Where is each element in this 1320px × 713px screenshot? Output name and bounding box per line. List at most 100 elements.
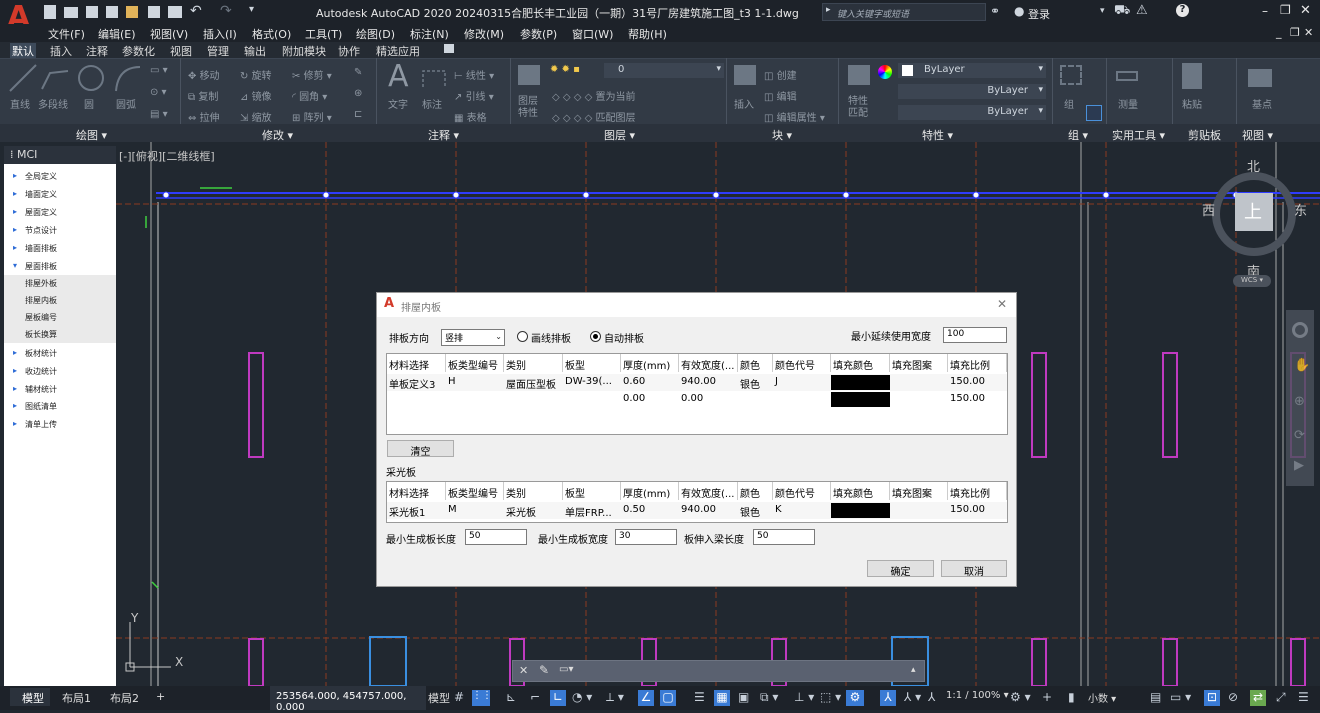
column-header[interactable]: 填充比例 [948,482,1007,500]
color-dropdown[interactable]: ByLayer ▾ [898,63,1046,78]
ortho-icon[interactable]: ⊾ [506,690,516,704]
column-header[interactable]: 材料选择 [387,482,446,500]
palette-item-drawing-list[interactable]: ▸ 图纸清单 [4,398,116,415]
selection-filter-icon[interactable]: ⬚ ▾ [820,690,841,704]
close-command-line-icon[interactable]: ✕ [519,664,528,677]
dialog-titlebar[interactable]: A 排屋内板 ✕ [377,293,1016,317]
auto-scale-icon[interactable]: ⅄ ▾ [904,690,921,704]
direction-select[interactable]: 竖排 ⌄ [441,329,505,346]
dimension-label[interactable]: 标注 [422,96,442,111]
showmotion-icon[interactable]: ▶ [1294,458,1304,473]
layers-panel-title[interactable]: 图层 ▾ [604,127,635,143]
object-snap-icon[interactable]: ▢ [660,690,676,706]
menu-dimension[interactable]: 标注(N) [410,26,449,42]
3d-osnap-icon[interactable]: ⧉ ▾ [760,690,778,705]
column-header[interactable]: 填充图案 [890,354,948,372]
layer-set-current-tool[interactable]: ◇ ◇ ◇ ◇ 置为当前 [552,88,635,103]
group-icon[interactable] [1060,65,1082,85]
viewcube-east[interactable]: 东 [1294,200,1307,219]
object-snap-tracking-icon[interactable]: ∠ [638,690,654,706]
column-header[interactable]: 颜色 [738,354,773,372]
lineweight-dropdown[interactable]: ByLayer ▾ [898,105,1046,120]
coordinates-display[interactable]: 253564.000, 454757.000, 0.000 [270,686,426,713]
autodesk-a360-icon[interactable]: ⚠ [1136,3,1148,18]
units-icon[interactable]: ▮ [1068,690,1075,704]
annotation-visibility-icon[interactable]: ⅄ [880,690,896,706]
viewport-controls-label[interactable]: [-][俯视][二维线框] [119,148,215,164]
table-row[interactable]: 单板定义3 H 屋面压型板 DW-39(... 0.60 940.00 银色 J… [387,374,1007,391]
binoculars-icon[interactable]: ⚭ [990,4,1000,18]
login-dropdown-icon[interactable]: ▾ [1100,6,1105,16]
dimension-tool-icon[interactable] [420,65,448,91]
match-properties-label[interactable]: 特性匹配 [848,96,872,120]
view-panel-title[interactable]: 视图 ▾ [1242,127,1273,143]
fullscreen-icon[interactable]: ⤢ [1276,690,1286,705]
palette-item-roof-definition[interactable]: ▸ 屋面定义 [4,204,116,221]
palette-item-wall-layout[interactable]: ▸ 墙面排板 [4,240,116,257]
menu-tools[interactable]: 工具(T) [305,26,342,42]
redo-icon[interactable]: ↷ [220,3,232,19]
doc-minimize-icon[interactable]: _ [1276,26,1282,39]
column-header[interactable]: 有效宽度(... [679,482,738,500]
navigation-bar[interactable]: ✋ ⊕ ⟳ ▶ [1286,310,1314,486]
insert-label[interactable]: 插入 [734,96,754,111]
search-box[interactable]: ▸ 键入关键字或短语 [822,3,986,21]
polyline-tool-icon[interactable] [40,63,72,93]
command-history-icon[interactable]: ▴ [911,665,916,675]
quick-properties-icon[interactable]: ▤ [1150,690,1161,704]
recent-commands-icon[interactable]: ▭▾ [559,664,573,675]
ortho-mode-icon[interactable]: ∟ [550,690,566,706]
block-panel-title[interactable]: 块 ▾ [772,127,792,143]
restore-window-icon[interactable]: ❐ [1280,3,1291,17]
tab-home[interactable]: 默认 [10,43,36,59]
lineweight-icon[interactable]: ☰ [694,690,705,704]
wcs-menu[interactable]: WCS ▾ [1233,275,1271,287]
lock-ui-icon[interactable]: ▭ ▾ [1170,690,1191,704]
beam-extension-input[interactable]: 50 [753,529,815,545]
column-header[interactable]: 类别 [504,482,563,500]
menu-file[interactable]: 文件(F) [48,26,85,42]
tab-addins[interactable]: 附加模块 [280,43,328,59]
offset-icon[interactable]: ⊏ [354,109,362,120]
cancel-button[interactable]: 取消 [941,560,1007,578]
table-row[interactable]: 0.00 0.00 150.00 [387,391,1007,408]
menu-view[interactable]: 视图(V) [150,26,188,42]
tab-view[interactable]: 视图 [168,43,194,59]
column-header[interactable]: 板类型编号 [446,354,504,372]
menu-format[interactable]: 格式(O) [252,26,291,42]
annotation-panel-title[interactable]: 注释 ▾ [428,127,459,143]
tab-manage[interactable]: 管理 [205,43,231,59]
basepoint-label[interactable]: 基点 [1252,96,1272,111]
mirror-tool[interactable]: ⊿ 镜像 [240,88,272,103]
clean-screen-icon[interactable]: ⇄ [1250,690,1266,706]
command-line[interactable]: ✕ ✎ ▭▾ ▴ [512,660,925,682]
column-header[interactable]: 填充颜色 [831,482,890,500]
login-link[interactable]: 登录 [1028,6,1050,22]
column-header[interactable]: 厚度(mm) [621,482,679,500]
line-tool-icon[interactable] [8,63,38,93]
doc-close-icon[interactable]: ✕ [1304,26,1313,39]
menu-help[interactable]: 帮助(H) [628,26,667,42]
palette-item-roof-panel-number[interactable]: 屋板编号 [4,309,116,326]
table-row[interactable]: 采光板1 M 采光板 单层FRP... 0.50 940.00 银色 K 150… [387,502,1007,519]
orbit-icon[interactable]: ⟳ [1294,428,1305,443]
utilities-panel-title[interactable]: 实用工具 ▾ [1112,127,1165,143]
scale-tool[interactable]: ⇲ 缩放 [240,109,272,124]
layer-state-icons[interactable]: ✹ ✹ ▪ [550,64,580,75]
radio-auto-layout-label[interactable]: 自动排板 [604,330,644,345]
annotation-monitor-icon[interactable]: + [1042,690,1052,704]
fill-color-swatch[interactable] [831,392,890,407]
circle-label[interactable]: 圆 [84,96,94,111]
model-space-toggle[interactable]: 模型 [428,690,450,706]
tab-layout2[interactable]: 布局2 [110,690,139,706]
save-icon[interactable] [86,6,98,18]
add-layout-icon[interactable]: + [156,690,165,703]
tab-output[interactable]: 输出 [242,43,268,59]
draw-panel-title[interactable]: 绘图 ▾ [76,127,107,143]
steering-wheel-icon[interactable] [1292,322,1308,338]
workspace-switch-icon[interactable]: ⚙ ▾ [1010,690,1031,704]
tab-model[interactable]: 模型 [10,688,50,706]
column-header[interactable]: 板型 [563,354,621,372]
annotation-scale-value[interactable]: 1:1 / 100% ▾ [946,690,1009,701]
match-properties-icon[interactable] [848,65,870,85]
